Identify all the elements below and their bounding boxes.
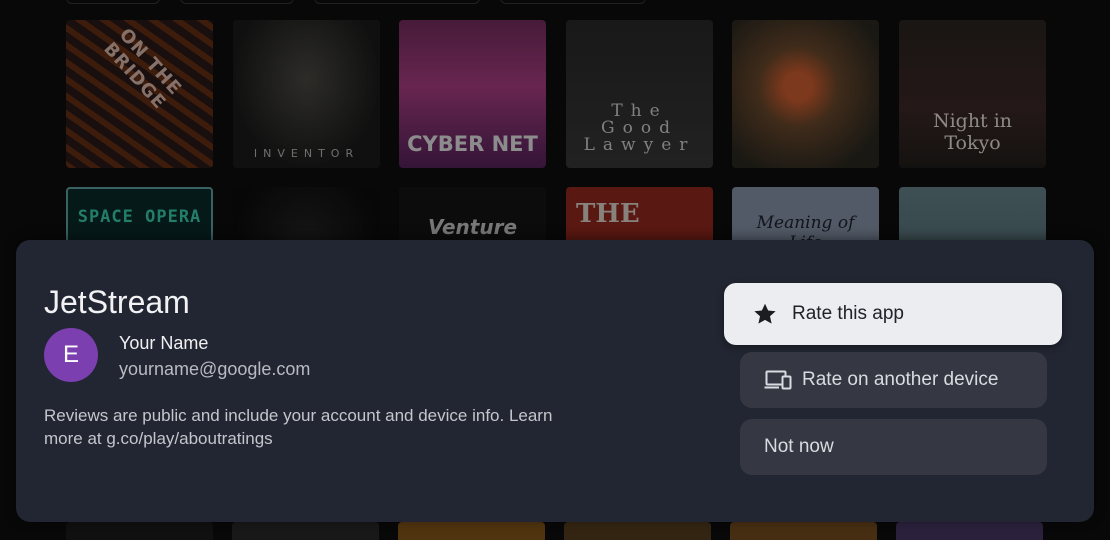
user-email: yourname@google.com [119,359,311,379]
not-now-label: Not now [764,436,834,457]
user-name: Your Name [119,333,209,353]
avatar: E [44,328,98,382]
disclaimer-text: Reviews are public and include your acco… [44,406,553,448]
rate-this-app-button[interactable]: Rate this app [724,283,1062,345]
devices-icon [764,370,792,390]
not-now-button[interactable]: Not now [740,419,1047,475]
rate-this-app-label: Rate this app [792,303,904,324]
star-icon [754,303,776,324]
rate-on-another-device-button[interactable]: Rate on another device [740,352,1047,408]
rate-on-another-device-label: Rate on another device [802,369,999,390]
app-title: JetStream [44,284,190,320]
rating-dialog: JetStream E Your Name yourname@google.co… [16,240,1094,522]
